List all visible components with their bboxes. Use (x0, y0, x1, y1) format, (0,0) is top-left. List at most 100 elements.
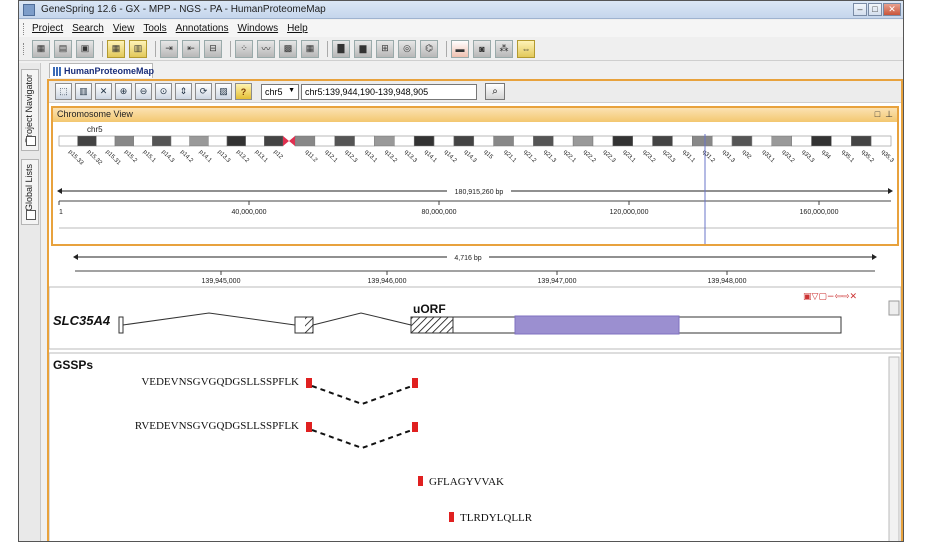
swap-icon[interactable]: ⇔ (517, 39, 535, 58)
band-q21.3[interactable] (533, 135, 554, 147)
band-q33.3[interactable] (791, 135, 812, 147)
menu-help[interactable]: Help (287, 23, 308, 34)
tab-global-lists[interactable]: Global Lists (21, 159, 39, 225)
gssps-scrollbar[interactable] (888, 356, 900, 542)
menu-tools[interactable]: Tools (143, 23, 166, 34)
pin-icon[interactable]: ⊥ (885, 109, 893, 119)
peptide-1-exon3-block[interactable] (412, 378, 418, 388)
band-q13.3[interactable] (394, 135, 415, 147)
scatter-plot-icon[interactable]: ⁘ (235, 39, 253, 58)
import-icon[interactable]: ⇥ (160, 39, 178, 58)
band-p15.2[interactable] (114, 135, 134, 147)
track-control-icons[interactable]: ▣▽▢−⇦⇨✕ (803, 292, 857, 302)
zoom-out-icon[interactable]: ⊖ (135, 83, 152, 100)
select-region-icon[interactable]: ▥ (75, 83, 92, 100)
menu-view[interactable]: View (113, 23, 135, 34)
peptide-2-exon2-block[interactable] (306, 422, 312, 432)
fit-view-icon[interactable]: ⬚ (55, 83, 72, 100)
refresh-icon[interactable]: ⟳ (195, 83, 212, 100)
band-q35.2[interactable] (851, 135, 872, 147)
band-q22.3[interactable] (592, 135, 614, 147)
close-button[interactable]: ✕ (883, 3, 901, 16)
band-q33.1[interactable] (751, 135, 773, 147)
uorf-block[interactable] (410, 316, 454, 334)
pathway-icon[interactable]: ⌬ (420, 39, 438, 58)
box-plot-icon[interactable]: ⊞ (376, 39, 394, 58)
export-image-icon[interactable]: ▨ (215, 83, 232, 100)
expand-icon[interactable]: ✕ (95, 83, 112, 100)
band-p13.3[interactable] (208, 135, 228, 147)
chromosome-select[interactable]: chr5 ▼ (261, 83, 299, 100)
band-q21.2[interactable] (513, 135, 534, 147)
menu-search[interactable]: Search (72, 23, 104, 34)
menu-annotations[interactable]: Annotations (176, 23, 229, 34)
band-q14.3[interactable] (453, 135, 475, 147)
filter-icon[interactable]: ⊟ (204, 39, 222, 58)
find-binoculars-icon[interactable]: ⌕ (485, 83, 505, 100)
coordinate-input[interactable]: chr5:139,944,190-139,948,905 (301, 83, 477, 100)
zoom-in-icon[interactable]: ⊕ (115, 83, 132, 100)
band-q11.2[interactable] (294, 135, 316, 147)
band-q23.2[interactable] (632, 135, 653, 147)
band-q12.3[interactable] (334, 135, 355, 147)
band-p14.2[interactable] (170, 135, 190, 147)
band-q32[interactable] (731, 135, 753, 147)
band-q34[interactable] (811, 135, 832, 147)
cds-block[interactable] (514, 315, 680, 335)
tab-project-navigator[interactable]: Project Navigator (21, 69, 39, 151)
band-q23.1[interactable] (612, 135, 633, 147)
band-p13.2[interactable] (226, 135, 246, 147)
chromosome-ideogram[interactable]: chr5 p15.33 p15.32 p15.31 p15.2 p15.1 p14.3 p1… (53, 122, 897, 244)
peptide-3-block[interactable] (418, 476, 423, 486)
band-q12.1[interactable] (314, 135, 335, 147)
band-p14.1[interactable] (189, 135, 209, 147)
camera-icon[interactable]: ◙ (473, 39, 491, 58)
band-q14.2[interactable] (433, 135, 455, 147)
track-settings-icon[interactable]: ⇕ (175, 83, 192, 100)
band-q14.1[interactable] (413, 135, 435, 147)
help-icon[interactable]: ? (235, 83, 252, 100)
band-q35.3[interactable] (870, 135, 892, 147)
band-p15.33[interactable] (58, 135, 78, 147)
band-q15[interactable] (473, 135, 494, 147)
menu-windows[interactable]: Windows (238, 23, 279, 34)
band-q13.1[interactable] (354, 135, 375, 147)
grid-view-icon[interactable]: ▦ (107, 39, 125, 58)
export-icon[interactable]: ⇤ (182, 39, 200, 58)
band-q23.3[interactable] (652, 135, 673, 147)
band-q22.1[interactable] (553, 135, 574, 147)
minimize-button[interactable]: – (853, 3, 867, 16)
peptide-1-exon2-block[interactable] (306, 378, 312, 388)
band-p15.1[interactable] (133, 135, 153, 147)
venn-icon[interactable]: ◎ (398, 39, 416, 58)
histogram-icon[interactable]: ▇ (332, 39, 350, 58)
network-icon[interactable]: ⁂ (495, 39, 513, 58)
genome-browser-icon[interactable]: ▬ (451, 39, 469, 58)
zoom-fit-icon[interactable]: ⊙ (155, 83, 172, 100)
heatmap-icon[interactable]: ▩ (279, 39, 297, 58)
band-p15.31[interactable] (96, 135, 116, 147)
maximize-button[interactable]: □ (868, 3, 882, 16)
band-p15.32[interactable] (77, 135, 97, 147)
new-project-icon[interactable]: ▦ (32, 39, 50, 58)
peptide-4-block[interactable] (449, 512, 454, 522)
band-q33.2[interactable] (771, 135, 792, 147)
band-p13.1[interactable] (245, 135, 265, 147)
matrix-icon[interactable]: ▦ (301, 39, 319, 58)
tab-humanproteomemap[interactable]: HumanProteomeMap (49, 63, 154, 78)
band-q21.1[interactable] (493, 135, 514, 147)
band-q35.1[interactable] (831, 135, 852, 147)
band-q22.2[interactable] (572, 135, 594, 147)
table-view-icon[interactable]: ▥ (129, 39, 147, 58)
menu-project[interactable]: Project (32, 23, 63, 34)
profile-plot-icon[interactable]: 〰 (257, 39, 275, 58)
band-q31.2[interactable] (692, 135, 713, 147)
open-project-icon[interactable]: ▤ (54, 39, 72, 58)
maximize-panel-icon[interactable]: □ (875, 109, 880, 119)
peptide-2-exon3-block[interactable] (412, 422, 418, 432)
scrollbar-thumb[interactable] (888, 300, 900, 316)
band-p14.3[interactable] (152, 135, 172, 147)
save-icon[interactable]: ▣ (76, 39, 94, 58)
band-q31.3[interactable] (711, 135, 733, 147)
band-p12[interactable] (264, 135, 284, 147)
